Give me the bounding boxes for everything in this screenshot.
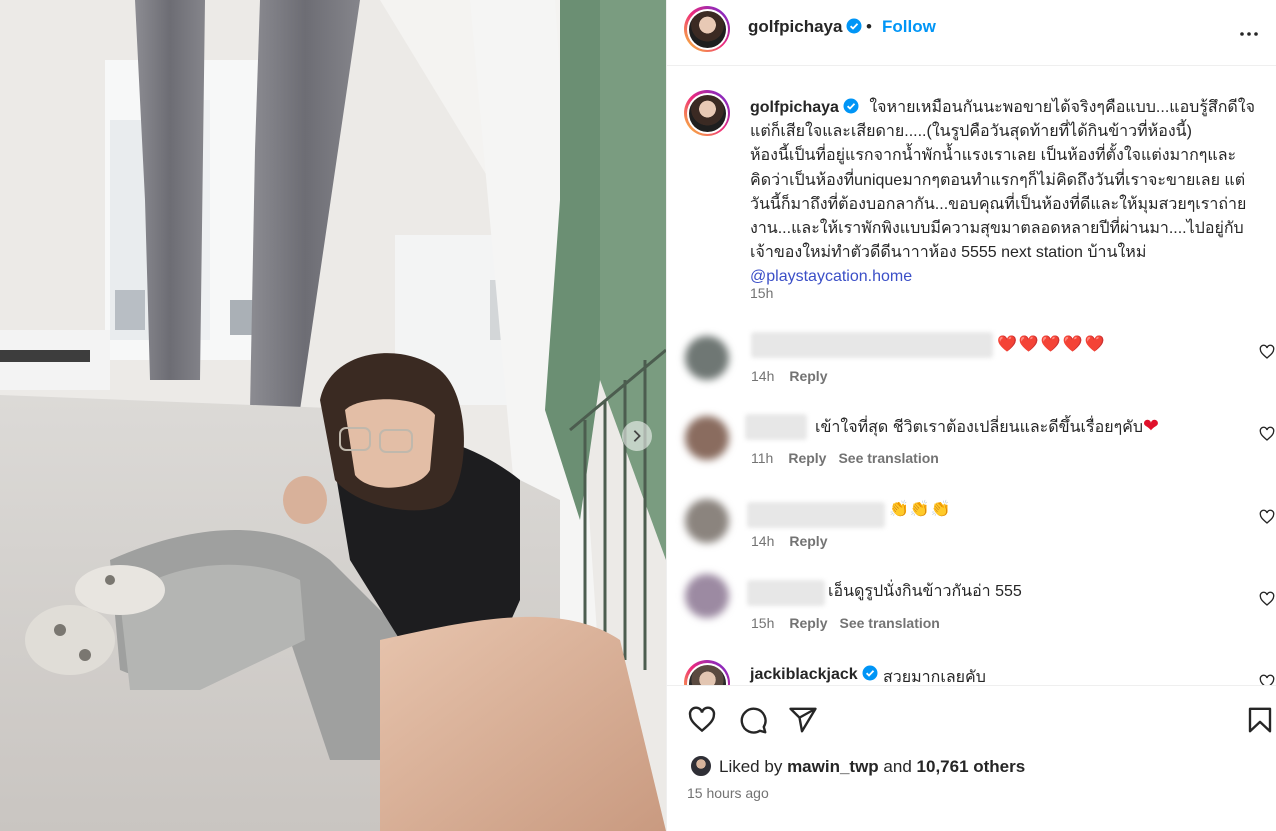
verified-badge-icon bbox=[846, 18, 862, 34]
heart-emoji: ❤ bbox=[1143, 416, 1161, 437]
post-photo bbox=[0, 0, 666, 831]
post-header: golfpichaya • Follow bbox=[667, 0, 1276, 66]
comment-item: jackiblackjack สวยมากเลยคับ bbox=[667, 656, 1276, 685]
bookmark-icon[interactable] bbox=[1245, 705, 1275, 735]
separator-dot: • bbox=[866, 17, 872, 36]
chevron-right-icon bbox=[633, 430, 641, 442]
commenter-username-blurred[interactable] bbox=[747, 502, 885, 528]
like-comment-heart-icon[interactable] bbox=[1259, 674, 1275, 685]
caption-username[interactable]: golfpichaya bbox=[750, 99, 839, 116]
share-paper-plane-icon[interactable] bbox=[788, 705, 818, 735]
heart-outline-icon[interactable] bbox=[687, 705, 717, 735]
see-translation-button[interactable]: See translation bbox=[839, 615, 939, 631]
comment-meta: 14h Reply bbox=[751, 368, 839, 384]
author-username[interactable]: golfpichaya bbox=[748, 17, 862, 37]
like-comment-heart-icon[interactable] bbox=[1259, 344, 1275, 360]
commenter-avatar[interactable] bbox=[685, 574, 729, 618]
photo-illustration bbox=[0, 0, 666, 831]
caption-text: golfpichaya ใจหายเหมือนกันนะพอขายได้จริง… bbox=[750, 96, 1265, 290]
commenter-avatar[interactable] bbox=[685, 336, 729, 380]
comment-text: ❤️❤️❤️❤️❤️ bbox=[997, 336, 1107, 353]
follow-button[interactable]: Follow bbox=[882, 17, 936, 37]
comment-time: 14h bbox=[751, 533, 775, 549]
commenter-avatar[interactable] bbox=[685, 416, 729, 460]
comment-time: 11h bbox=[751, 450, 774, 466]
commenter-avatar[interactable] bbox=[685, 499, 729, 543]
commenter-username-blurred[interactable] bbox=[747, 580, 825, 606]
caption-line: ห้องนี้เป็นที่อยู่แรกจากน้ำพักน้ำแรงเราเ… bbox=[750, 147, 1237, 165]
like-comment-heart-icon[interactable] bbox=[1259, 509, 1275, 525]
author-avatar[interactable] bbox=[684, 6, 730, 52]
verified-badge-icon bbox=[843, 98, 859, 114]
comment-time: 15h bbox=[751, 615, 775, 631]
caption-line: ใจหายเหมือนกันนะพอขายได้จริงๆคือแบบ...แอ… bbox=[869, 99, 1255, 116]
comment-meta: 11h Reply See translation bbox=[751, 450, 951, 466]
liker-avatar[interactable] bbox=[689, 754, 713, 778]
reply-button[interactable]: Reply bbox=[789, 368, 827, 384]
reply-button[interactable]: Reply bbox=[789, 533, 827, 549]
caption-line: คิดว่าเป็นห้องที่uniqueมากๆตอนทำแรกๆก็ไม… bbox=[750, 171, 1246, 189]
caption-line: แต่ก็เสียใจและเสียดาย.....(ในรูปคือวันสุ… bbox=[750, 123, 1192, 141]
like-comment-heart-icon[interactable] bbox=[1259, 426, 1275, 442]
post-timestamp: 15 hours ago bbox=[687, 785, 769, 801]
comment-icon[interactable] bbox=[738, 705, 768, 735]
likes-count-link[interactable]: 10,761 others bbox=[917, 757, 1026, 776]
commenter-username-blurred[interactable] bbox=[745, 414, 807, 440]
comment-item: ❤️❤️❤️❤️❤️ 14h Reply bbox=[667, 332, 1276, 414]
liker-username[interactable]: mawin_twp bbox=[787, 757, 879, 776]
comment-item: เข้าใจที่สุด ชีวิตเราต้องเปลี่ยนและดีขึ้… bbox=[667, 414, 1276, 496]
reply-button[interactable]: Reply bbox=[789, 615, 827, 631]
like-comment-heart-icon[interactable] bbox=[1259, 591, 1275, 607]
comment-meta: 14h Reply bbox=[751, 533, 839, 549]
commenter-avatar[interactable] bbox=[684, 660, 730, 685]
comment-item: เอ็นดูรูปนั่งกินข้าวกันอ่า 555 15h Reply S… bbox=[667, 574, 1276, 661]
likes-summary: Liked by mawin_twp and 10,761 others bbox=[689, 754, 1025, 778]
caption-author-avatar[interactable] bbox=[684, 90, 730, 136]
next-photo-button[interactable] bbox=[622, 421, 652, 451]
reply-button[interactable]: Reply bbox=[788, 450, 826, 466]
comment-time: 14h bbox=[751, 368, 775, 384]
caption-line: วันนี้ก็มาถึงที่ต้องบอกลากัน...ขอบคุณที่… bbox=[750, 195, 1247, 213]
comment-text: เข้าใจที่สุด ชีวิตเราต้องเปลี่ยนและดีขึ้… bbox=[815, 416, 1161, 437]
caption-line: งาน...และให้เราพักพิงแบบมีความสุขมาตลอดห… bbox=[750, 220, 1244, 238]
caption-line: เจ้าของใหม่ทำตัวดีดีนาาาห้อง 5555 next s… bbox=[750, 244, 1147, 262]
comment-text: 👏👏👏 bbox=[889, 501, 952, 518]
caption-timestamp: 15h bbox=[750, 285, 774, 301]
post-details-panel: golfpichaya • Follow golfpichaya ใจหายเห… bbox=[666, 0, 1276, 831]
comment-meta: 15h Reply See translation bbox=[751, 615, 952, 631]
see-translation-button[interactable]: See translation bbox=[838, 450, 938, 466]
verified-badge-icon bbox=[862, 665, 878, 681]
comment-text: เอ็นดูรูปนั่งกินข้าวกันอ่า 555 bbox=[828, 583, 1022, 600]
more-horizontal-icon[interactable] bbox=[1237, 22, 1261, 46]
caption-mention-link[interactable]: @playstaycation.home bbox=[750, 265, 1265, 289]
commenter-username-blurred[interactable] bbox=[751, 332, 993, 358]
post-actions: Liked by mawin_twp and 10,761 others 15 … bbox=[667, 685, 1276, 831]
comment-item: 👏👏👏 14h Reply bbox=[667, 497, 1276, 579]
commenter-username[interactable]: jackiblackjack bbox=[750, 665, 878, 684]
comment-text: สวยมากเลยคับ bbox=[883, 669, 986, 685]
